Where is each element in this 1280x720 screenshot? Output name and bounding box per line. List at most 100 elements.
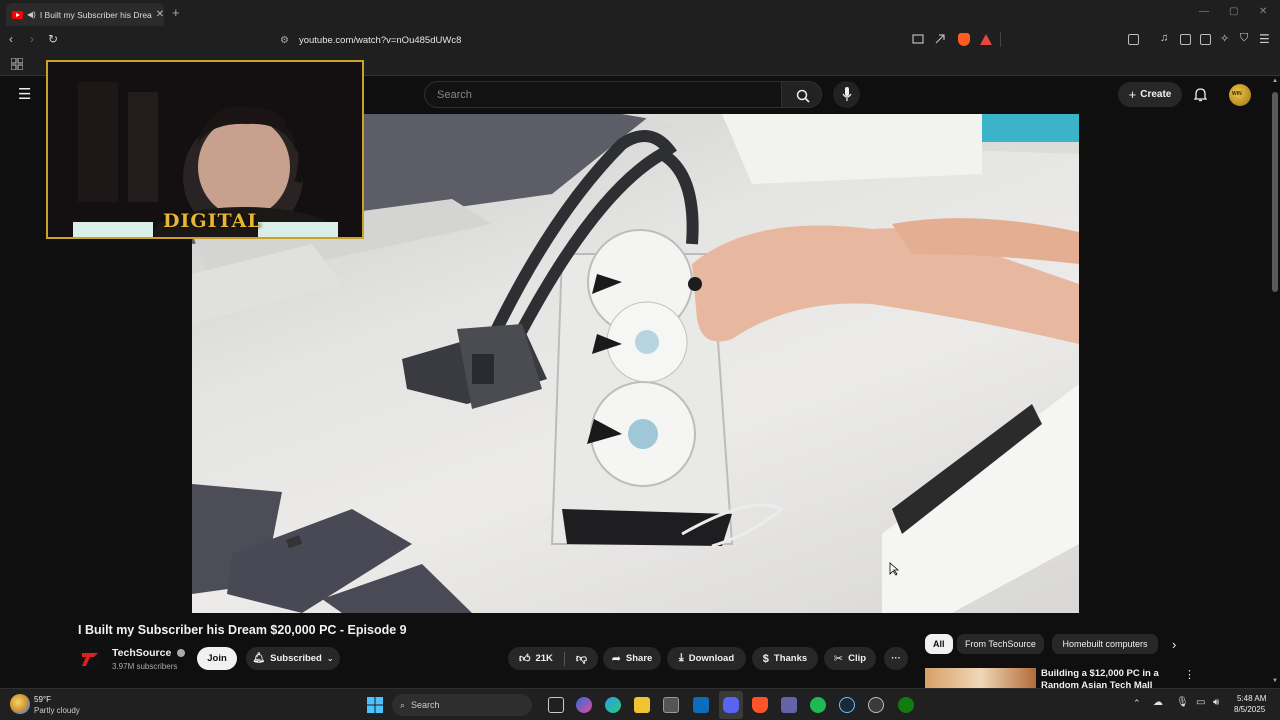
url-text: youtube.com/watch?v=nOu485dUWc8	[298, 35, 462, 46]
search-button[interactable]	[781, 81, 822, 108]
copilot-icon[interactable]	[576, 697, 592, 713]
search-placeholder: Search	[437, 88, 472, 101]
recommendation-thumbnail[interactable]	[925, 668, 1036, 688]
more-actions-icon: ···	[891, 653, 901, 664]
chip-from-techsource[interactable]: From TechSource	[957, 634, 1044, 654]
notifications-bell-icon[interactable]	[1194, 88, 1207, 102]
browser-nav-bar: ‹ › ↻ ⚙ youtube.com/watch?v=nOu485dUWc8 …	[0, 28, 1280, 75]
search-input[interactable]: Search	[424, 81, 782, 108]
xbox-icon[interactable]	[898, 697, 914, 713]
weather-icon[interactable]	[10, 694, 30, 714]
guide-menu-icon[interactable]: ☰	[18, 85, 31, 103]
forward-icon[interactable]: ›	[30, 32, 34, 46]
vpn-icon[interactable]: ⛉	[1240, 32, 1248, 45]
media-icon[interactable]: ♫	[1160, 32, 1168, 44]
new-tab-button[interactable]: +	[172, 5, 180, 20]
recommendation-title-line2: Random Asian Tech Mall	[1041, 680, 1153, 688]
scroll-down-icon[interactable]: ▼	[1272, 678, 1278, 684]
network-icon[interactable]: ▭	[1196, 697, 1205, 708]
bell-icon: 🔔︎	[252, 653, 266, 664]
channel-avatar[interactable]	[78, 647, 102, 671]
outlook-icon[interactable]	[693, 697, 709, 713]
subscribed-button[interactable]: 🔔︎ Subscribed ⌄	[246, 647, 340, 670]
windows-start-icon[interactable]	[367, 697, 383, 713]
youtube-favicon-icon	[12, 10, 23, 19]
taskbar-search-label: Search	[411, 700, 440, 710]
thumbs-up-icon: 👍︎	[518, 653, 531, 665]
onedrive-icon[interactable]: ☁	[1153, 697, 1163, 708]
clip-button[interactable]: ✂ Clip	[824, 647, 876, 670]
microphone-icon	[842, 87, 852, 101]
obs-icon[interactable]	[868, 697, 884, 713]
microphone-tray-icon[interactable]: 🎙︎	[1176, 697, 1189, 708]
address-bar[interactable]: ⚙ youtube.com/watch?v=nOu485dUWc8	[280, 31, 1000, 50]
share-button[interactable]: ➦ Share	[603, 647, 661, 670]
plus-icon: +	[1128, 87, 1137, 102]
create-button[interactable]: + Create	[1118, 82, 1182, 107]
edge-icon[interactable]	[605, 697, 621, 713]
brave-rewards-icon[interactable]	[980, 34, 992, 45]
discord-icon[interactable]	[723, 697, 739, 713]
join-button[interactable]: Join	[197, 647, 237, 670]
volume-icon[interactable]: 🔊︎	[1213, 697, 1219, 708]
webcam-overlay: DIGITAL	[46, 60, 364, 239]
speaker-icon[interactable]: ◀)	[27, 10, 36, 19]
recommendation-menu-icon[interactable]: ⋮	[1184, 668, 1195, 681]
reload-icon[interactable]: ↻	[48, 32, 58, 46]
share-icon: ➦	[611, 653, 621, 665]
spotify-icon[interactable]	[810, 697, 826, 713]
tab-close-icon[interactable]: ✕	[156, 9, 164, 20]
share-page-icon[interactable]	[934, 33, 946, 45]
teams-icon[interactable]	[781, 697, 797, 713]
page-scrollbar[interactable]: ▲ ▼	[1270, 76, 1280, 688]
voice-search-button[interactable]	[833, 81, 860, 108]
store-icon[interactable]	[663, 697, 679, 713]
thanks-button[interactable]: $ Thanks	[752, 647, 818, 670]
clock-date[interactable]: 8/5/2025	[1234, 705, 1265, 714]
site-settings-icon[interactable]: ⚙	[280, 35, 289, 46]
weather-condition[interactable]: Partly cloudy	[34, 706, 80, 715]
leo-ai-icon[interactable]: ✧	[1220, 32, 1229, 45]
sidebar-icon[interactable]	[1180, 34, 1191, 45]
subscribed-label: Subscribed	[270, 653, 322, 664]
apps-grid-icon[interactable]	[11, 58, 23, 70]
clock-time[interactable]: 5:48 AM	[1237, 694, 1266, 703]
file-explorer-icon[interactable]	[634, 697, 650, 713]
mouse-cursor-icon	[889, 562, 899, 576]
windows-taskbar: 59°F Partly cloudy ⌕ Search ⌃ ☁ 🎙︎ ▭ 🔊︎ …	[0, 688, 1280, 720]
cast-icon[interactable]	[912, 34, 924, 45]
scroll-up-icon[interactable]: ▲	[1272, 78, 1278, 84]
maximize-icon[interactable]: ▢	[1229, 6, 1238, 17]
account-avatar[interactable]: WIN	[1229, 84, 1251, 106]
channel-logo-icon	[82, 653, 98, 666]
screenshot-icon[interactable]	[1128, 34, 1139, 45]
menu-icon[interactable]: ☰	[1259, 32, 1270, 46]
show-hidden-icons-icon[interactable]: ⌃	[1133, 698, 1141, 709]
more-actions-button[interactable]: ···	[884, 647, 908, 670]
minimize-icon[interactable]: —	[1199, 6, 1209, 17]
brave-shields-icon[interactable]	[958, 33, 970, 46]
download-button[interactable]: ⤓ Download	[667, 647, 746, 670]
chips-next-icon[interactable]: ›	[1172, 637, 1176, 652]
steam-icon[interactable]	[839, 697, 855, 713]
like-button[interactable]: 👍︎ 21K	[519, 652, 553, 665]
channel-name[interactable]: TechSource	[112, 647, 186, 659]
back-icon[interactable]: ‹	[9, 32, 13, 46]
brave-icon[interactable]	[752, 697, 768, 713]
recommendation-title[interactable]: Building a $12,000 PC in a Random Asian …	[1041, 668, 1159, 688]
subscriber-count: 3.97M subscribers	[112, 662, 178, 671]
browser-tab[interactable]: ◀) I Built my Subscriber his Drea ✕	[6, 3, 164, 26]
wallet-icon[interactable]	[1200, 34, 1211, 45]
download-label: Download	[688, 653, 735, 664]
scrollbar-thumb[interactable]	[1272, 92, 1278, 292]
video-title: I Built my Subscriber his Dream $20,000 …	[78, 623, 407, 637]
chip-all[interactable]: All	[925, 634, 953, 654]
weather-temperature[interactable]: 59°F	[34, 695, 51, 704]
search-icon	[796, 89, 810, 103]
thumbs-down-icon[interactable]: 👎︎	[576, 652, 587, 665]
chip-homebuilt-computers[interactable]: Homebuilt computers	[1052, 634, 1158, 654]
taskbar-search[interactable]: ⌕ Search	[392, 694, 532, 716]
task-view-icon[interactable]	[548, 697, 564, 713]
window-close-icon[interactable]: ✕	[1259, 6, 1267, 17]
share-label: Share	[625, 653, 653, 664]
